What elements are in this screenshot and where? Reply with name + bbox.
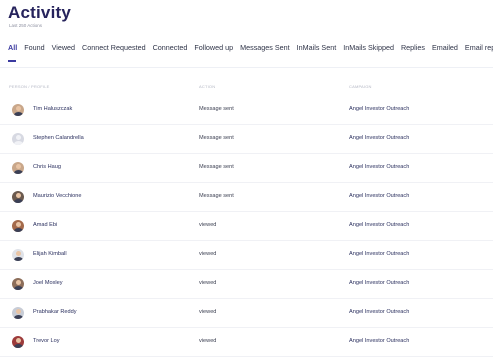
campaign-link[interactable]: Angel Investor Outreach	[349, 338, 409, 344]
avatar	[12, 220, 24, 232]
avatar	[12, 336, 24, 348]
avatar	[12, 249, 24, 261]
campaign-link[interactable]: Angel Investor Outreach	[349, 193, 409, 199]
avatar	[12, 162, 24, 174]
column-header-campaign: CAMPAIGN	[349, 84, 372, 89]
avatar	[12, 278, 24, 290]
tab-found[interactable]: Found	[24, 42, 44, 54]
tab-connected[interactable]: Connected	[153, 42, 188, 54]
page-title: Activity	[8, 3, 72, 22]
avatar	[12, 104, 24, 116]
tab-email-replies[interactable]: Email replies	[465, 42, 493, 54]
table-row[interactable]: Elijah Kimball viewed Angel Investor Out…	[0, 241, 493, 270]
table-row[interactable]: Tim Haluszczak Message sent Angel Invest…	[0, 96, 493, 125]
action-text: viewed	[199, 222, 217, 228]
tab-inmails-skipped[interactable]: InMails Skipped	[343, 42, 394, 54]
tab-messages-sent[interactable]: Messages Sent	[240, 42, 290, 54]
active-tab-indicator	[8, 60, 16, 62]
table-row[interactable]: Joel Moxley viewed Angel Investor Outrea…	[0, 270, 493, 299]
action-text: Message sent	[199, 193, 234, 199]
person-name-link[interactable]: Amad Ebi	[33, 222, 57, 228]
tab-emailed[interactable]: Emailed	[432, 42, 458, 54]
avatar	[12, 191, 24, 203]
campaign-link[interactable]: Angel Investor Outreach	[349, 251, 409, 257]
action-text: Message sent	[199, 106, 234, 112]
action-text: viewed	[199, 251, 217, 257]
person-name-link[interactable]: Prabhakar Reddy	[33, 309, 77, 315]
tabs-divider	[0, 67, 493, 68]
campaign-link[interactable]: Angel Investor Outreach	[349, 222, 409, 228]
person-name-link[interactable]: Joel Moxley	[33, 280, 63, 286]
table-row[interactable]: Trevor Loy viewed Angel Investor Outreac…	[0, 328, 493, 357]
person-name-link[interactable]: Tim Haluszczak	[33, 106, 72, 112]
tab-connect-requested[interactable]: Connect Requested	[82, 42, 146, 54]
table-row[interactable]: Stephen Calandrella Message sent Angel I…	[0, 125, 493, 154]
table-row[interactable]: Amad Ebi viewed Angel Investor Outreach	[0, 212, 493, 241]
campaign-link[interactable]: Angel Investor Outreach	[349, 164, 409, 170]
tab-followed-up[interactable]: Followed up	[194, 42, 233, 54]
person-name-link[interactable]: Chris Haug	[33, 164, 61, 170]
avatar	[12, 307, 24, 319]
person-name-link[interactable]: Trevor Loy	[33, 338, 60, 344]
tab-inmails-sent[interactable]: InMails Sent	[297, 42, 337, 54]
activity-tabs: All Found Viewed Connect Requested Conne…	[8, 40, 493, 56]
activity-page: Activity Last 250 Actions All Found View…	[0, 0, 493, 359]
column-header-action: ACTION	[199, 84, 216, 89]
action-text: Message sent	[199, 164, 234, 170]
table-row[interactable]: Chris Haug Message sent Angel Investor O…	[0, 154, 493, 183]
person-name-link[interactable]: Maurizio Vecchione	[33, 193, 82, 199]
campaign-link[interactable]: Angel Investor Outreach	[349, 106, 409, 112]
activity-table: PERSON / PROFILE ACTION CAMPAIGN Tim Hal…	[0, 78, 493, 357]
tab-all[interactable]: All	[8, 42, 17, 54]
campaign-link[interactable]: Angel Investor Outreach	[349, 309, 409, 315]
person-name-link[interactable]: Elijah Kimball	[33, 251, 67, 257]
action-text: viewed	[199, 309, 217, 315]
avatar-placeholder	[12, 133, 24, 145]
table-header: PERSON / PROFILE ACTION CAMPAIGN	[0, 78, 493, 96]
action-text: viewed	[199, 280, 217, 286]
tab-replies[interactable]: Replies	[401, 42, 425, 54]
action-text: viewed	[199, 338, 217, 344]
table-row[interactable]: Maurizio Vecchione Message sent Angel In…	[0, 183, 493, 212]
tab-viewed[interactable]: Viewed	[52, 42, 75, 54]
action-text: Message sent	[199, 135, 234, 141]
campaign-link[interactable]: Angel Investor Outreach	[349, 280, 409, 286]
campaign-link[interactable]: Angel Investor Outreach	[349, 135, 409, 141]
page-subtitle: Last 250 Actions	[9, 23, 43, 28]
person-name-link[interactable]: Stephen Calandrella	[33, 135, 84, 141]
column-header-person: PERSON / PROFILE	[9, 84, 50, 89]
table-row[interactable]: Prabhakar Reddy viewed Angel Investor Ou…	[0, 299, 493, 328]
